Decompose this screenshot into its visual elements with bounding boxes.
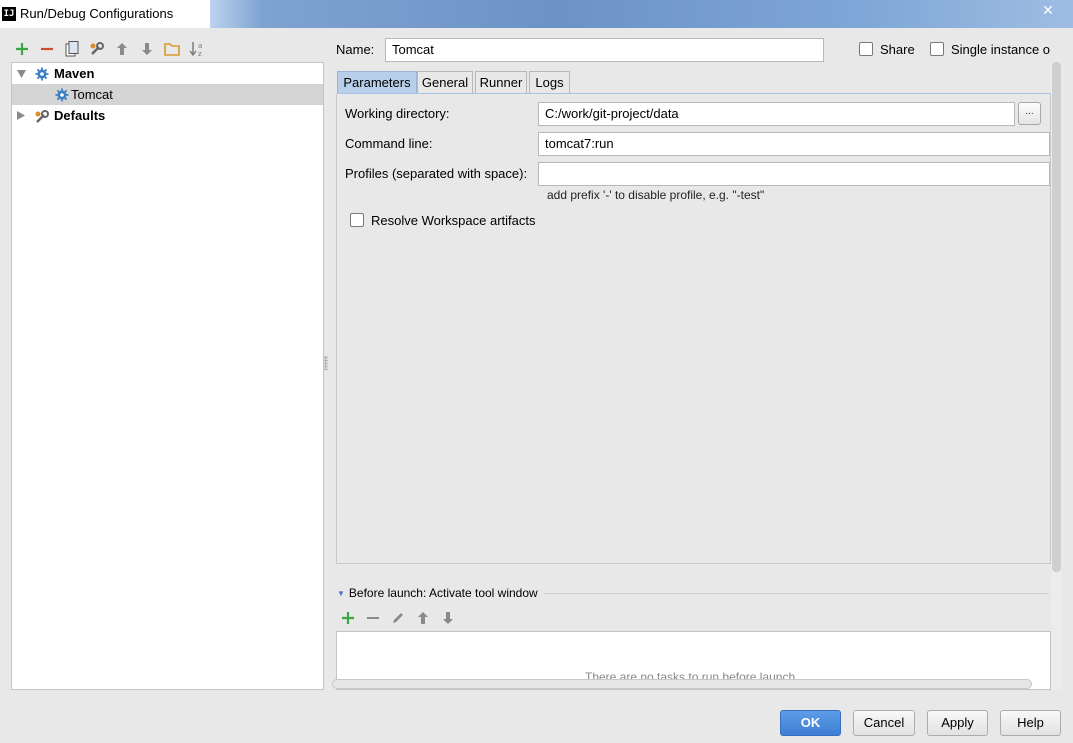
share-label: Share xyxy=(880,42,915,57)
sort-icon[interactable]: az xyxy=(187,39,207,59)
tree-item-label: Tomcat xyxy=(71,87,113,102)
chevron-down-icon[interactable] xyxy=(16,69,26,79)
tree-item-defaults[interactable]: Defaults xyxy=(12,105,323,126)
tree-item-tomcat[interactable]: Tomcat xyxy=(12,84,323,105)
name-field[interactable]: Tomcat xyxy=(385,38,824,62)
remove-icon[interactable] xyxy=(363,608,383,628)
working-directory-label: Working directory: xyxy=(345,106,450,121)
svg-text:a: a xyxy=(198,42,202,50)
add-icon[interactable] xyxy=(338,608,358,628)
help-button[interactable]: Help xyxy=(1000,710,1061,736)
vertical-scrollbar[interactable] xyxy=(1051,62,1062,690)
profiles-label: Profiles (separated with space): xyxy=(345,166,528,181)
before-launch-title: Before launch: Activate tool window xyxy=(348,586,538,600)
defaults-wrench-icon xyxy=(34,109,49,123)
browse-button[interactable]: ... xyxy=(1018,102,1041,125)
title-bar-gradient xyxy=(210,0,1073,28)
horizontal-scrollbar[interactable] xyxy=(332,679,1032,689)
move-up-icon[interactable] xyxy=(413,608,433,628)
working-directory-field[interactable]: C:/work/git-project/data xyxy=(538,102,1015,126)
splitter-handle[interactable] xyxy=(324,356,328,370)
profiles-hint: add prefix '-' to disable profile, e.g. … xyxy=(547,188,765,202)
move-down-icon[interactable] xyxy=(137,39,157,59)
maven-gear-icon xyxy=(35,67,49,81)
tree-item-maven[interactable]: Maven xyxy=(12,63,323,84)
tab-runner[interactable]: Runner xyxy=(475,71,527,94)
tree-item-label: Maven xyxy=(54,66,95,81)
resolve-workspace-checkbox[interactable] xyxy=(350,213,364,227)
share-checkbox[interactable] xyxy=(859,42,873,56)
separator xyxy=(544,593,1049,594)
app-icon: IJ xyxy=(2,7,16,21)
tab-parameters[interactable]: Parameters xyxy=(337,71,417,94)
resolve-workspace-label: Resolve Workspace artifacts xyxy=(371,213,536,228)
tab-logs[interactable]: Logs xyxy=(529,71,570,94)
single-instance-label: Single instance o xyxy=(951,42,1051,57)
command-line-field[interactable]: tomcat7:run xyxy=(538,132,1050,156)
cancel-button[interactable]: Cancel xyxy=(853,710,915,736)
chevron-down-icon[interactable]: ▼ xyxy=(337,589,345,598)
title-bar: IJ Run/Debug Configurations ✕ xyxy=(0,0,1073,28)
single-instance-checkbox[interactable] xyxy=(930,42,944,56)
move-down-icon[interactable] xyxy=(438,608,458,628)
maven-gear-icon xyxy=(55,88,69,102)
tab-general[interactable]: General xyxy=(417,71,473,94)
folder-icon[interactable] xyxy=(162,39,182,59)
command-line-label: Command line: xyxy=(345,136,433,151)
name-label: Name: xyxy=(336,42,375,57)
apply-button[interactable]: Apply xyxy=(927,710,988,736)
profiles-field[interactable] xyxy=(538,162,1050,186)
scrollbar-thumb[interactable] xyxy=(1052,62,1061,572)
before-launch-header[interactable]: ▼ Before launch: Activate tool window xyxy=(337,586,538,600)
svg-text:z: z xyxy=(198,50,202,57)
add-icon[interactable] xyxy=(12,39,32,59)
chevron-right-icon[interactable] xyxy=(16,111,26,121)
move-up-icon[interactable] xyxy=(112,39,132,59)
config-tree[interactable]: Maven Tomcat Defaults xyxy=(11,62,324,690)
edit-defaults-icon[interactable] xyxy=(87,39,107,59)
edit-icon[interactable] xyxy=(388,608,408,628)
tree-item-label: Defaults xyxy=(54,108,106,123)
copy-icon[interactable] xyxy=(62,39,82,59)
close-icon[interactable]: ✕ xyxy=(1031,0,1065,20)
remove-icon[interactable] xyxy=(37,39,57,59)
ok-button[interactable]: OK xyxy=(780,710,841,736)
window-title: Run/Debug Configurations xyxy=(20,6,174,21)
